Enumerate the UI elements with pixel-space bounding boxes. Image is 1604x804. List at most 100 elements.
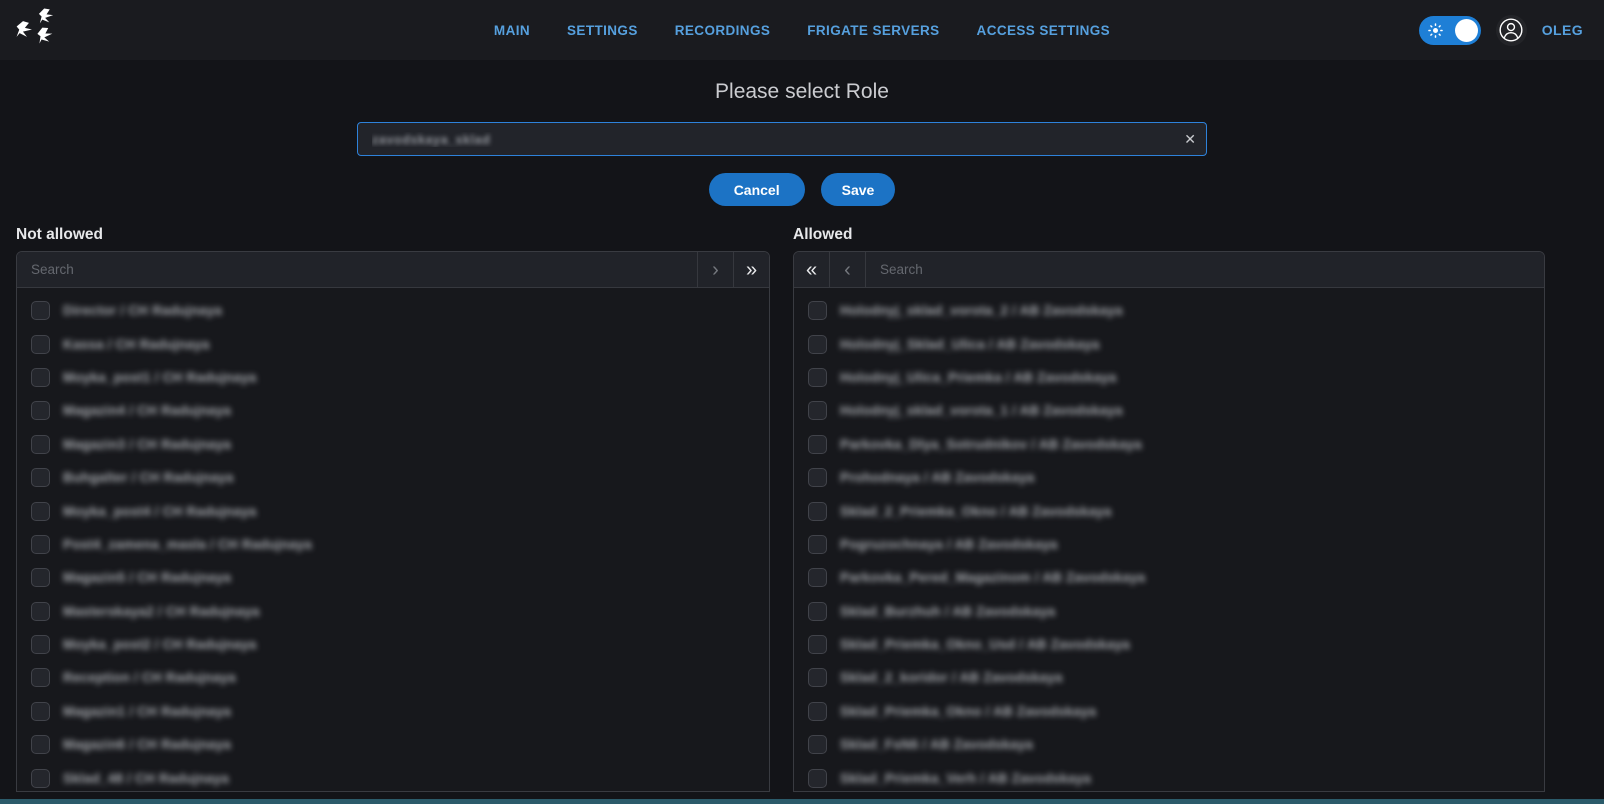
item-checkbox[interactable]: [808, 668, 827, 687]
item-checkbox[interactable]: [808, 368, 827, 387]
theme-toggle[interactable]: [1419, 16, 1481, 45]
item-checkbox[interactable]: [808, 602, 827, 621]
list-item[interactable]: Moyka_post1 / CH Radujnaya: [17, 361, 769, 394]
list-item[interactable]: Holodnyj_Sklad_Ulica / AB Zavodskaya: [794, 327, 1544, 360]
item-checkbox[interactable]: [31, 702, 50, 721]
item-checkbox[interactable]: [808, 535, 827, 554]
list-item[interactable]: Sklad_2_Priemka_Okno / AB Zavodskaya: [794, 494, 1544, 527]
list-item[interactable]: Sklad_48 / CH Radujnaya: [17, 761, 769, 792]
allowed-search-input[interactable]: [866, 252, 1544, 287]
list-item[interactable]: Sklad_Burzhuh / AB Zavodskaya: [794, 595, 1544, 628]
item-checkbox[interactable]: [808, 769, 827, 788]
item-checkbox[interactable]: [31, 602, 50, 621]
item-label: Post4_zamena_masla / CH Radujnaya: [63, 537, 312, 552]
list-item[interactable]: Masterskaya2 / CH Radujnaya: [17, 595, 769, 628]
nav-link[interactable]: RECORDINGS: [675, 23, 771, 38]
list-item[interactable]: Pogruzochnaya / AB Zavodskaya: [794, 528, 1544, 561]
list-item[interactable]: Magazin4 / CH Radujnaya: [17, 394, 769, 427]
item-checkbox[interactable]: [31, 635, 50, 654]
user-avatar-icon[interactable]: [1496, 15, 1527, 46]
item-label: Parkovka_Pered_Magazinom / AB Zavodskaya: [840, 570, 1145, 585]
list-item[interactable]: Sklad_Priemka_Verh / AB Zavodskaya: [794, 761, 1544, 792]
item-checkbox[interactable]: [808, 502, 827, 521]
form-actions: Cancel Save: [0, 173, 1604, 206]
list-item[interactable]: Parkovka_Dlya_Sotrudnikov / AB Zavodskay…: [794, 428, 1544, 461]
item-checkbox[interactable]: [808, 735, 827, 754]
item-checkbox[interactable]: [31, 668, 50, 687]
item-checkbox[interactable]: [808, 568, 827, 587]
role-input[interactable]: [357, 122, 1207, 156]
item-checkbox[interactable]: [808, 401, 827, 420]
item-checkbox[interactable]: [31, 468, 50, 487]
list-item[interactable]: Holodnyj_sklad_vorota_1 / AB Zavodskaya: [794, 394, 1544, 427]
list-item[interactable]: Holodnyj_sklad_vorota_2 / AB Zavodskaya: [794, 294, 1544, 327]
list-item[interactable]: Holodnyj_Ulica_Priemka / AB Zavodskaya: [794, 361, 1544, 394]
list-item[interactable]: Magazin5 / CH Radujnaya: [17, 561, 769, 594]
item-checkbox[interactable]: [808, 702, 827, 721]
item-checkbox[interactable]: [808, 468, 827, 487]
item-label: Prohodnaya / AB Zavodskaya: [840, 470, 1035, 485]
nav-link[interactable]: ACCESS SETTINGS: [977, 23, 1111, 38]
nav-link[interactable]: MAIN: [494, 23, 530, 38]
item-checkbox[interactable]: [31, 335, 50, 354]
list-item[interactable]: Moyka_post2 / CH Radujnaya: [17, 628, 769, 661]
list-item[interactable]: Sklad_Priemka_Okno_Usd / AB Zavodskaya: [794, 628, 1544, 661]
item-checkbox[interactable]: [808, 435, 827, 454]
not-allowed-search-input[interactable]: [17, 252, 697, 287]
item-checkbox[interactable]: [31, 368, 50, 387]
list-item[interactable]: Parkovka_Pered_Magazinom / AB Zavodskaya: [794, 561, 1544, 594]
item-checkbox[interactable]: [808, 301, 827, 320]
save-button[interactable]: Save: [821, 173, 896, 206]
item-label: Sklad_Burzhuh / AB Zavodskaya: [840, 604, 1055, 619]
list-item[interactable]: Kassa / CH Radujnaya: [17, 327, 769, 360]
item-checkbox[interactable]: [31, 301, 50, 320]
item-label: Holodnyj_sklad_vorota_1 / AB Zavodskaya: [840, 403, 1123, 418]
item-label: Kassa / CH Radujnaya: [63, 337, 210, 352]
top-nav: MAIN SETTINGS RECORDINGS FRIGATE SERVERS…: [0, 0, 1604, 60]
nav-link[interactable]: SETTINGS: [567, 23, 638, 38]
item-checkbox[interactable]: [31, 735, 50, 754]
list-item[interactable]: Buhgalter / CH Radujnaya: [17, 461, 769, 494]
move-all-left-button[interactable]: «: [794, 252, 830, 287]
item-checkbox[interactable]: [31, 435, 50, 454]
item-label: Magazin5 / CH Radujnaya: [63, 570, 231, 585]
user-menu[interactable]: OLEG: [1542, 22, 1583, 38]
allowed-panel: « ‹ Holodnyj_sklad_vorota_2 / AB Zavodsk…: [793, 251, 1545, 792]
frigate-birds-logo-icon[interactable]: [13, 8, 59, 52]
nav-links: MAIN SETTINGS RECORDINGS FRIGATE SERVERS…: [494, 23, 1110, 38]
list-item[interactable]: Sklad_Priemka_Okno / AB Zavodskaya: [794, 695, 1544, 728]
list-item[interactable]: Magazin6 / CH Radujnaya: [17, 728, 769, 761]
item-checkbox[interactable]: [31, 401, 50, 420]
item-checkbox[interactable]: [31, 535, 50, 554]
item-checkbox[interactable]: [31, 769, 50, 788]
not-allowed-panel: › » Director / CH Radujnaya Kassa / CH R…: [16, 251, 770, 792]
nav-link[interactable]: FRIGATE SERVERS: [807, 23, 939, 38]
clear-icon[interactable]: ✕: [1184, 130, 1196, 148]
move-selected-left-button[interactable]: ‹: [830, 252, 866, 287]
item-checkbox[interactable]: [31, 502, 50, 521]
list-item[interactable]: Magazin1 / CH Radujnaya: [17, 695, 769, 728]
item-label: Holodnyj_Sklad_Ulica / AB Zavodskaya: [840, 337, 1100, 352]
list-item[interactable]: Moyka_post4 / CH Radujnaya: [17, 494, 769, 527]
list-item[interactable]: Post4_zamena_masla / CH Radujnaya: [17, 528, 769, 561]
move-selected-right-button[interactable]: ›: [697, 252, 733, 287]
list-item[interactable]: Prohodnaya / AB Zavodskaya: [794, 461, 1544, 494]
item-checkbox[interactable]: [808, 335, 827, 354]
item-label: Magazin3 / CH Radujnaya: [63, 437, 231, 452]
move-all-right-button[interactable]: »: [733, 252, 769, 287]
page: MAIN SETTINGS RECORDINGS FRIGATE SERVERS…: [0, 0, 1604, 804]
not-allowed-title: Not allowed: [16, 226, 770, 244]
cancel-button[interactable]: Cancel: [709, 173, 805, 206]
item-checkbox[interactable]: [31, 568, 50, 587]
list-item[interactable]: Reception / CH Radujnaya: [17, 661, 769, 694]
item-label: Sklad_FsN6 / AB Zavodskaya: [840, 737, 1033, 752]
list-item[interactable]: Sklad_FsN6 / AB Zavodskaya: [794, 728, 1544, 761]
list-item[interactable]: Magazin3 / CH Radujnaya: [17, 428, 769, 461]
item-label: Magazin4 / CH Radujnaya: [63, 403, 231, 418]
item-label: Holodnyj_sklad_vorota_2 / AB Zavodskaya: [840, 303, 1123, 318]
item-checkbox[interactable]: [808, 635, 827, 654]
list-item[interactable]: Sklad_2_koridor / AB Zavodskaya: [794, 661, 1544, 694]
not-allowed-list: Director / CH Radujnaya Kassa / CH Raduj…: [17, 288, 769, 792]
list-item[interactable]: Director / CH Radujnaya: [17, 294, 769, 327]
item-label: Pogruzochnaya / AB Zavodskaya: [840, 537, 1058, 552]
